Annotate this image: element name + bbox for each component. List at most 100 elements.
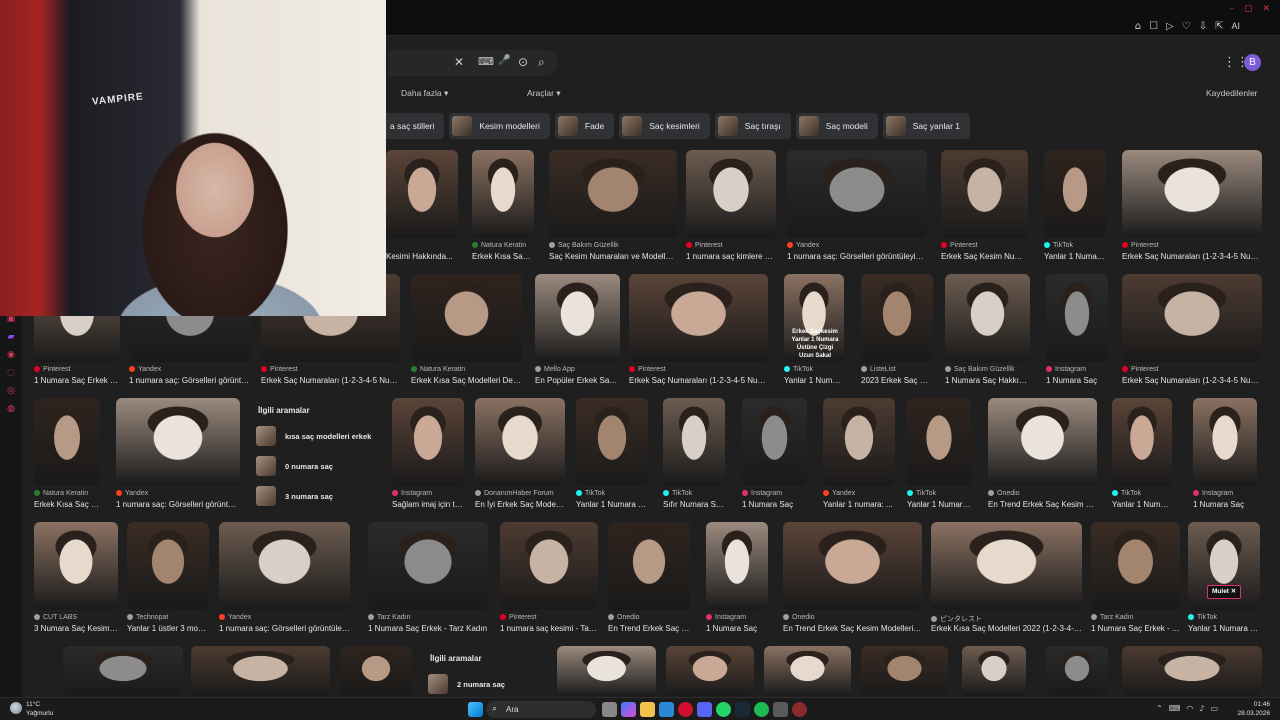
result-image[interactable] bbox=[1122, 646, 1262, 696]
result-image[interactable] bbox=[686, 150, 776, 238]
result-image[interactable] bbox=[941, 150, 1028, 238]
close-window-icon[interactable]: ✕ bbox=[1262, 4, 1270, 14]
result-image[interactable] bbox=[783, 522, 922, 610]
result-image[interactable] bbox=[945, 274, 1030, 362]
result-caption[interactable]: Yanlar 1 Numara S... bbox=[784, 376, 844, 385]
result-source[interactable]: Natura Keratin bbox=[472, 242, 526, 249]
search-input[interactable]: ✕ ⌨ 🎤 ⊙ ⌕ bbox=[388, 50, 558, 76]
result-caption[interactable]: En Popüler Erkek Saç ... bbox=[535, 376, 620, 385]
result-image[interactable] bbox=[411, 274, 522, 362]
result-image[interactable] bbox=[34, 522, 118, 610]
result-image[interactable] bbox=[1193, 398, 1257, 486]
wifi-icon[interactable]: ◠ bbox=[1186, 704, 1193, 713]
result-source[interactable]: Mello App bbox=[535, 366, 575, 373]
result-image[interactable] bbox=[962, 646, 1026, 696]
task-view-icon[interactable] bbox=[602, 702, 617, 717]
app-icon[interactable] bbox=[773, 702, 788, 717]
store-icon[interactable] bbox=[659, 702, 674, 717]
result-caption[interactable]: Sıfır Numara Saç ... bbox=[663, 500, 725, 509]
search-icon[interactable]: ⌕ bbox=[538, 55, 545, 70]
result-source[interactable]: Pinterest bbox=[500, 614, 537, 621]
ai-button[interactable]: AI bbox=[1231, 21, 1240, 32]
result-image[interactable] bbox=[549, 150, 677, 238]
result-caption[interactable]: 1 numara saç: Görselleri görüntüley... bbox=[116, 500, 240, 509]
more-tabs-button[interactable]: Daha fazla ▾ bbox=[401, 88, 448, 99]
result-image[interactable] bbox=[368, 522, 488, 610]
result-image[interactable] bbox=[764, 646, 851, 696]
result-image[interactable] bbox=[988, 398, 1097, 486]
result-caption[interactable]: Erkek Saç Numaraları (1-2-3-4-5 Numa... bbox=[261, 376, 400, 385]
taskbar-search[interactable]: ⌕ Ara bbox=[486, 701, 596, 718]
result-caption[interactable]: 1 Numara Saç Erkek - T... bbox=[1091, 624, 1180, 633]
chip[interactable]: Saç kesimleri bbox=[619, 113, 710, 139]
clear-search-icon[interactable]: ✕ bbox=[454, 55, 464, 69]
result-caption[interactable]: Yanlar 1 Numara S... bbox=[1188, 624, 1260, 633]
result-image[interactable] bbox=[663, 398, 725, 486]
chip[interactable]: Saç yanlar 1 bbox=[882, 113, 971, 139]
result-image[interactable] bbox=[861, 646, 948, 696]
result-image[interactable] bbox=[219, 522, 350, 610]
tab-icon[interactable]: ☐ bbox=[1149, 21, 1158, 32]
result-caption[interactable]: 1 numara saç: Görselleri görüntüleyin ve… bbox=[787, 252, 927, 261]
whatsapp-icon[interactable] bbox=[716, 702, 731, 717]
related-search-item[interactable]: 0 numara saç bbox=[256, 454, 333, 478]
result-caption[interactable]: 1 Numara Saç bbox=[742, 500, 807, 509]
sidebar-app-icon[interactable]: ◉ bbox=[5, 350, 17, 362]
result-image[interactable] bbox=[1046, 274, 1108, 362]
result-source[interactable]: TikTok bbox=[663, 490, 692, 497]
result-caption[interactable]: En İyi Erkek Saç Modell... bbox=[475, 500, 565, 509]
result-caption[interactable]: 1 numara saç: Görselleri görüntüle... bbox=[129, 376, 251, 385]
voice-search-icon[interactable]: 🎤 bbox=[498, 55, 510, 66]
result-image[interactable] bbox=[472, 150, 534, 238]
result-source[interactable]: TikTok bbox=[1112, 490, 1141, 497]
weather-widget[interactable]: 11°C Yağmurlu bbox=[26, 700, 53, 718]
sidebar-twitch-icon[interactable]: ▰ bbox=[5, 332, 17, 344]
result-image[interactable] bbox=[1122, 150, 1262, 238]
result-caption[interactable]: Yanlar 1 üstler 3 mod... bbox=[127, 624, 209, 633]
result-caption[interactable]: 1 numara saç kesimi - Tarz... bbox=[500, 624, 598, 633]
avatar[interactable]: B bbox=[1244, 54, 1261, 71]
language-icon[interactable]: ⌨ bbox=[1169, 704, 1181, 713]
result-image[interactable] bbox=[500, 522, 598, 610]
result-image[interactable] bbox=[535, 274, 620, 362]
result-caption[interactable]: 1 numara saç: Görselleri görüntüleyin v.… bbox=[219, 624, 350, 633]
result-source[interactable]: CUT LABS bbox=[34, 614, 77, 621]
result-caption[interactable]: En Trend Erkek Saç Kesim Modelleri - ... bbox=[783, 624, 922, 633]
result-caption[interactable]: Erkek Kısa Saç Mo... bbox=[472, 252, 534, 261]
download-icon[interactable]: ⇩ bbox=[1199, 21, 1207, 32]
result-source[interactable]: Pinterest bbox=[34, 366, 71, 373]
minimize-icon[interactable]: – bbox=[1229, 4, 1234, 14]
keyboard-icon[interactable]: ⌨ bbox=[478, 55, 494, 68]
result-image[interactable] bbox=[392, 398, 464, 486]
chip[interactable]: a saç stilleri bbox=[380, 113, 445, 139]
result-source[interactable]: Onedio bbox=[783, 614, 815, 621]
result-source[interactable]: Pinterest bbox=[686, 242, 723, 249]
share-icon[interactable]: ⇱ bbox=[1215, 21, 1223, 32]
result-image[interactable] bbox=[1044, 150, 1106, 238]
related-search-item[interactable]: 2 numara saç bbox=[428, 672, 505, 696]
result-source[interactable]: TikTok bbox=[1044, 242, 1073, 249]
result-image[interactable] bbox=[116, 398, 240, 486]
battery-icon[interactable]: ▭ bbox=[1210, 704, 1218, 713]
result-image[interactable] bbox=[340, 646, 412, 696]
chip[interactable]: Saç tıraşı bbox=[714, 113, 791, 139]
result-caption[interactable]: Yanlar 1 Numara S... bbox=[576, 500, 648, 509]
result-caption[interactable]: 1 Numara Saç bbox=[1046, 376, 1108, 385]
result-caption[interactable]: 3 Numara Saç Kesimi ... bbox=[34, 624, 118, 633]
tools-button[interactable]: Araçlar ▾ bbox=[527, 88, 561, 99]
result-caption[interactable]: Erkek Kısa Saç Modelleri 2022 (1-2-3-4-5… bbox=[931, 624, 1082, 633]
copilot-icon[interactable] bbox=[621, 702, 636, 717]
related-search-item[interactable]: 3 numara saç bbox=[256, 484, 333, 508]
result-source[interactable]: Yandex bbox=[787, 242, 819, 249]
volume-icon[interactable]: ♪ bbox=[1199, 704, 1204, 713]
result-image[interactable] bbox=[861, 274, 933, 362]
result-source[interactable]: ListeList bbox=[861, 366, 896, 373]
result-source[interactable]: Yandex bbox=[219, 614, 251, 621]
result-source[interactable]: ピンタレスト bbox=[931, 614, 982, 624]
discord-icon[interactable] bbox=[697, 702, 712, 717]
result-source[interactable]: Technopat bbox=[127, 614, 168, 621]
result-caption[interactable]: Yanlar 1 Numara S... bbox=[1112, 500, 1172, 509]
chip[interactable]: Kesim modelleri bbox=[449, 113, 550, 139]
start-icon[interactable] bbox=[468, 702, 483, 717]
steam-icon[interactable] bbox=[735, 702, 750, 717]
